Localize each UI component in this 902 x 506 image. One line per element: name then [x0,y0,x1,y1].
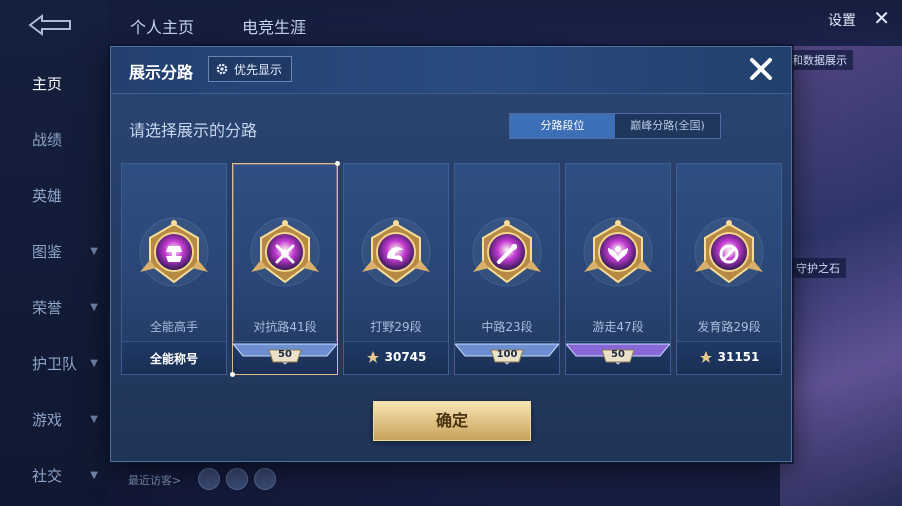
lane-card[interactable]: 中路23段 100 [454,163,560,375]
selection-corner [230,372,235,377]
swirl-medal-icon [139,217,209,287]
close-button[interactable] [745,53,777,85]
lane-card-name: 打野29段 [370,320,422,334]
target-medal-icon [694,217,764,287]
peak-score-value: 30745 [384,350,427,364]
chevron-down-icon: ▼ [90,470,98,481]
tab-esports-career[interactable]: 电竞生涯 [242,14,306,38]
recent-visitors-label[interactable]: 最近访客> [128,472,181,488]
title-label: 全能称号 [149,352,198,366]
sidebar-item[interactable]: 社交 ▼ [0,456,108,496]
lane-card[interactable]: 发育路29段 31151 [676,163,782,375]
lane-card[interactable]: 游走47段 50 [565,163,671,375]
lane-card-footer: 50 [233,341,337,374]
staff-medal-icon [472,217,542,287]
dialog-header: 展示分路 优先显示 [111,47,791,94]
chevron-down-icon: ▼ [90,246,98,257]
sidebar-item[interactable]: 图鉴 ▼ [0,232,108,272]
top-bar: 个人主页 电竞生涯 设置 ✕ [108,0,902,46]
lane-card[interactable]: 全能高手 全能称号 [121,163,227,375]
sidebar-item[interactable]: 游戏 ▼ [0,400,108,440]
sidebar-item-label: 主页 [32,75,63,93]
chevron-down-icon: ▼ [90,302,98,313]
visitor-avatar[interactable] [254,468,276,490]
visitor-avatar[interactable] [198,468,220,490]
rank-star-count: 50 [611,349,625,360]
lane-cards: 全能高手 全能称号 对抗路41段 50 打野29段 30745 中路23段 10… [121,161,782,377]
lane-card[interactable]: 打野29段 30745 [343,163,449,375]
lane-card-footer: 100 [455,341,559,374]
dialog-subtitle: 请选择展示的分路 [129,121,258,140]
lane-card-name: 游走47段 [592,320,644,334]
crossed-swords-medal-icon [250,217,320,287]
toggle-lane-rank[interactable]: 分路段位 [510,114,615,138]
lane-card[interactable]: 对抗路41段 50 [230,161,340,377]
display-lane-dialog: 展示分路 优先显示 请选择展示的分路 分路段位 巅峰分路(全国) 全能高手 全能… [110,46,792,462]
sidebar-item-label: 战绩 [32,131,63,149]
confirm-button[interactable]: 确定 [373,401,531,441]
peak-score-value: 31151 [717,350,760,364]
toggle-peak-lane[interactable]: 巅峰分路(全国) [615,114,720,138]
rank-star-icon [366,351,379,363]
lane-mode-toggle: 分路段位 巅峰分路(全国) [509,113,721,139]
sidebar-item[interactable]: 主页 [0,64,108,104]
rank-star-icon [699,351,712,363]
wings-medal-icon [583,217,653,287]
lane-card-name: 对抗路41段 [253,320,317,334]
chevron-down-icon: ▼ [90,358,98,369]
sidebar: 主页战绩英雄图鉴 ▼ 荣誉 ▼ 护卫队 ▼ 游戏 ▼ 社交 ▼ [0,0,108,506]
lane-card-footer: 50 [566,341,670,374]
guardian-stone-label[interactable]: 守护之石 [790,258,846,278]
priority-display-label: 优先显示 [234,62,283,77]
sidebar-item[interactable]: 英雄 [0,176,108,216]
sidebar-item[interactable]: 荣誉 ▼ [0,288,108,328]
close-icon [750,58,772,80]
selection-corner [335,161,340,166]
sidebar-item[interactable]: 护卫队 ▼ [0,344,108,384]
dialog-title: 展示分路 [129,63,194,82]
tab-profile[interactable]: 个人主页 [130,14,194,38]
gear-icon [216,63,228,75]
lane-card-name: 全能高手 [149,320,198,334]
data-display-label[interactable]: 和数据展示 [786,50,853,70]
lane-card-footer: 30745 [344,341,448,374]
chevron-down-icon: ▼ [90,414,98,425]
lane-card-name: 中路23段 [481,320,533,334]
lane-card-name: 发育路29段 [697,320,761,334]
peak-score: 31151 [677,350,781,364]
back-arrow-icon[interactable] [24,12,76,38]
dragon-medal-icon [361,217,431,287]
priority-display-button[interactable]: 优先显示 [208,56,293,82]
lane-card-footer: 全能称号 [122,341,226,374]
visitor-avatar[interactable] [226,468,248,490]
lane-card-footer: 31151 [677,341,781,374]
rank-star-count: 100 [496,349,518,360]
rank-star-count: 50 [278,349,292,360]
sidebar-item-label: 英雄 [32,187,63,205]
page-close-icon[interactable]: ✕ [873,6,890,30]
peak-score: 30745 [344,350,448,364]
sidebar-item[interactable]: 战绩 [0,120,108,160]
settings-button[interactable]: 设置 [828,10,856,30]
